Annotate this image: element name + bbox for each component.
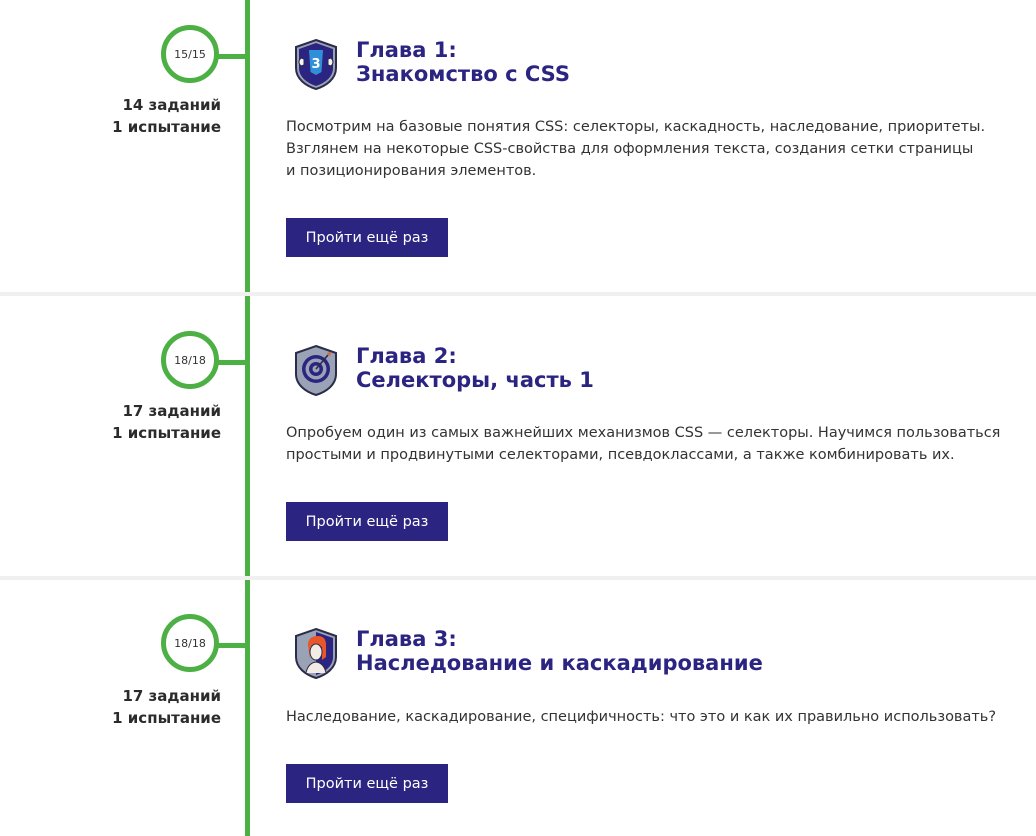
chapter-title: Глава 3: Наследование и каскадирование [356, 627, 763, 675]
retry-chapter-button[interactable]: Пройти ещё раз [286, 764, 448, 803]
chapter-description: Посмотрим на базовые понятия CSS: селект… [286, 116, 1006, 182]
chapter-stats: 14 заданий 1 испытание [112, 94, 221, 138]
chapter-title: Глава 2: Селекторы, часть 1 [356, 344, 594, 392]
description-line: простыми и продвинутыми селекторами, псе… [286, 447, 955, 463]
tasks-count: 17 заданий [122, 687, 221, 705]
tasks-count: 14 заданий [122, 96, 221, 114]
css3-shield-icon: 3 [295, 38, 337, 90]
target-shield-icon [295, 344, 337, 396]
svg-text:3: 3 [311, 57, 320, 72]
chapter-stats: 17 заданий 1 испытание [112, 685, 221, 729]
chapter-number: Глава 1: [356, 38, 457, 62]
description-line: Взглянем на некоторые CSS-свойства для о… [286, 141, 974, 157]
description-line: и позиционирования элементов. [286, 163, 537, 179]
progress-connector [214, 643, 246, 648]
progress-count: 15/15 [174, 47, 206, 61]
chapter-name: Селекторы, часть 1 [356, 368, 594, 392]
progress-connector [214, 54, 246, 59]
progress-ring: 18/18 [161, 331, 219, 389]
retry-chapter-button[interactable]: Пройти ещё раз [286, 218, 448, 257]
trials-count: 1 испытание [112, 709, 221, 727]
progress-count: 18/18 [174, 353, 206, 367]
description-line: Наследование, каскадирование, специфично… [286, 709, 997, 725]
chapter-3: 18/18 17 заданий 1 испытание Глава 3: На… [0, 580, 1036, 836]
chapter-stats: 17 заданий 1 испытание [112, 400, 221, 444]
progress-ring: 18/18 [161, 614, 219, 672]
description-line: Опробуем один из самых важнейших механиз… [286, 425, 1001, 441]
progress-connector [214, 360, 246, 365]
chapter-name: Знакомство с CSS [356, 62, 570, 86]
trials-count: 1 испытание [112, 118, 221, 136]
chapter-description: Наследование, каскадирование, специфично… [286, 706, 1006, 728]
chapter-1: 15/15 14 заданий 1 испытание 3 Глава 1: … [0, 0, 1036, 292]
progress-count: 18/18 [174, 636, 206, 650]
chapter-2: 18/18 17 заданий 1 испытание Глава 2: Се… [0, 296, 1036, 576]
chapter-number: Глава 3: [356, 627, 457, 651]
description-line: Посмотрим на базовые понятия CSS: селект… [286, 119, 986, 135]
tasks-count: 17 заданий [122, 402, 221, 420]
trials-count: 1 испытание [112, 424, 221, 442]
chapter-number: Глава 2: [356, 344, 457, 368]
chapter-name: Наследование и каскадирование [356, 651, 763, 675]
chapter-title: Глава 1: Знакомство с CSS [356, 38, 570, 86]
retry-chapter-button[interactable]: Пройти ещё раз [286, 502, 448, 541]
portrait-shield-icon [295, 627, 337, 679]
progress-ring: 15/15 [161, 25, 219, 83]
chapter-description: Опробуем один из самых важнейших механиз… [286, 422, 1006, 466]
